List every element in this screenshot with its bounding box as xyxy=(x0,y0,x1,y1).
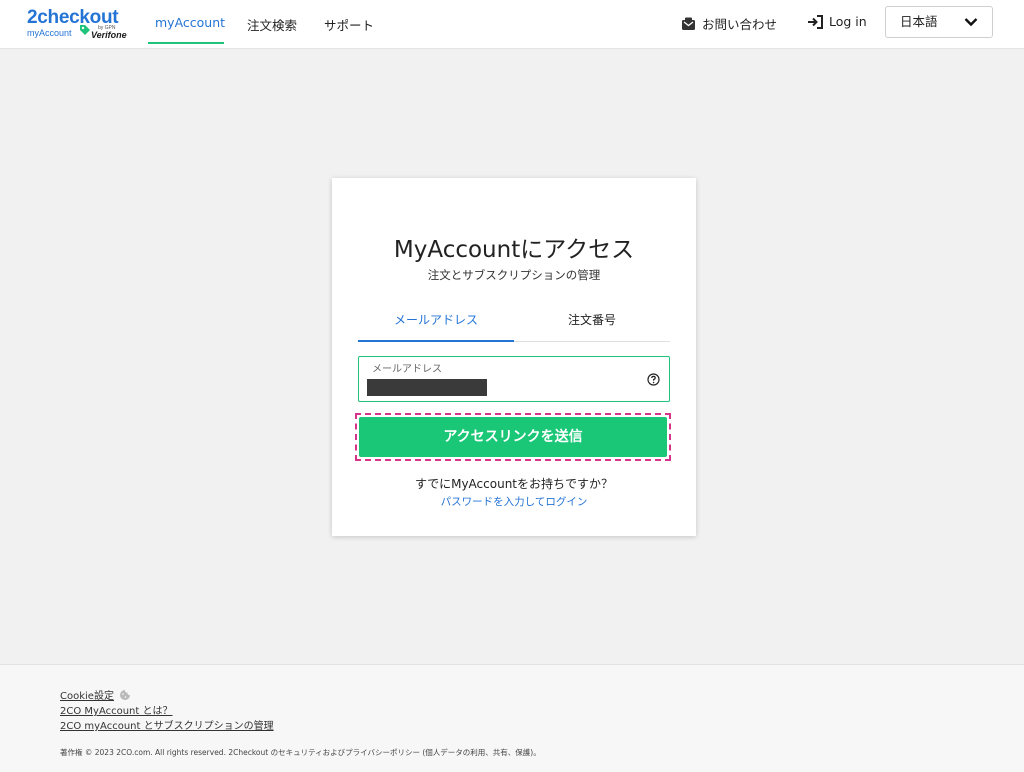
card-subtitle: 注文とサブスクリプションの管理 xyxy=(427,268,601,282)
nav-myaccount[interactable]: myAccount xyxy=(155,15,225,30)
send-access-link-button[interactable]: アクセスリンクを送信 xyxy=(355,413,671,461)
logo-sub: myAccount xyxy=(27,28,72,38)
page-footer: Cookie設定 2CO MyAccount とは？ 2CO myAccount… xyxy=(0,664,1024,772)
top-header: 2checkout myAccount by GPN Verifone myAc… xyxy=(0,0,1024,49)
cookie-settings-link[interactable]: Cookie設定 xyxy=(60,687,131,702)
contact-link[interactable]: お問い合わせ xyxy=(681,14,777,33)
nav-support[interactable]: サポート xyxy=(324,15,374,34)
login-link[interactable]: Log in xyxy=(807,14,867,29)
access-card: MyAccountにアクセス 注文とサブスクリプションの管理 メールアドレス 注… xyxy=(332,178,696,536)
2checkout-logo[interactable]: 2checkout myAccount by GPN Verifone xyxy=(27,7,129,41)
help-icon[interactable] xyxy=(647,373,660,386)
email-field-label: メールアドレス xyxy=(372,364,442,375)
about-link[interactable]: 2CO MyAccount とは？ xyxy=(60,702,173,717)
email-input[interactable] xyxy=(367,379,487,396)
cookie-settings-label: Cookie設定 xyxy=(60,691,114,702)
contact-label: お問い合わせ xyxy=(702,17,778,32)
tab-order-number[interactable]: 注文番号 xyxy=(514,311,670,328)
chevron-down-icon xyxy=(964,18,978,27)
language-select[interactable]: 日本語 xyxy=(885,6,993,38)
nav-order-search[interactable]: 注文検索 xyxy=(247,15,297,34)
send-access-link-label: アクセスリンクを送信 xyxy=(359,417,667,457)
nav-active-indicator xyxy=(148,42,224,44)
language-value: 日本語 xyxy=(900,14,938,29)
manage-link[interactable]: 2CO myAccount とサブスクリプションの管理 xyxy=(60,717,274,732)
password-login-link[interactable]: パスワードを入力してログイン xyxy=(332,494,696,509)
tag-icon xyxy=(80,25,90,35)
card-title: MyAccountにアクセス xyxy=(393,237,635,263)
tab-active-indicator xyxy=(358,340,514,342)
copyright-text: 著作権 © 2023 2CO.com. All rights reserved.… xyxy=(60,748,541,757)
email-field[interactable]: メールアドレス xyxy=(358,356,670,402)
login-label: Log in xyxy=(829,14,867,29)
cookie-icon xyxy=(119,689,130,700)
logo-partner: Verifone xyxy=(91,30,127,40)
already-have-account-text: すでにMyAccountをお持ちですか？ xyxy=(414,477,614,491)
login-icon xyxy=(808,14,823,29)
mail-icon xyxy=(682,17,695,30)
tab-email[interactable]: メールアドレス xyxy=(358,311,514,328)
